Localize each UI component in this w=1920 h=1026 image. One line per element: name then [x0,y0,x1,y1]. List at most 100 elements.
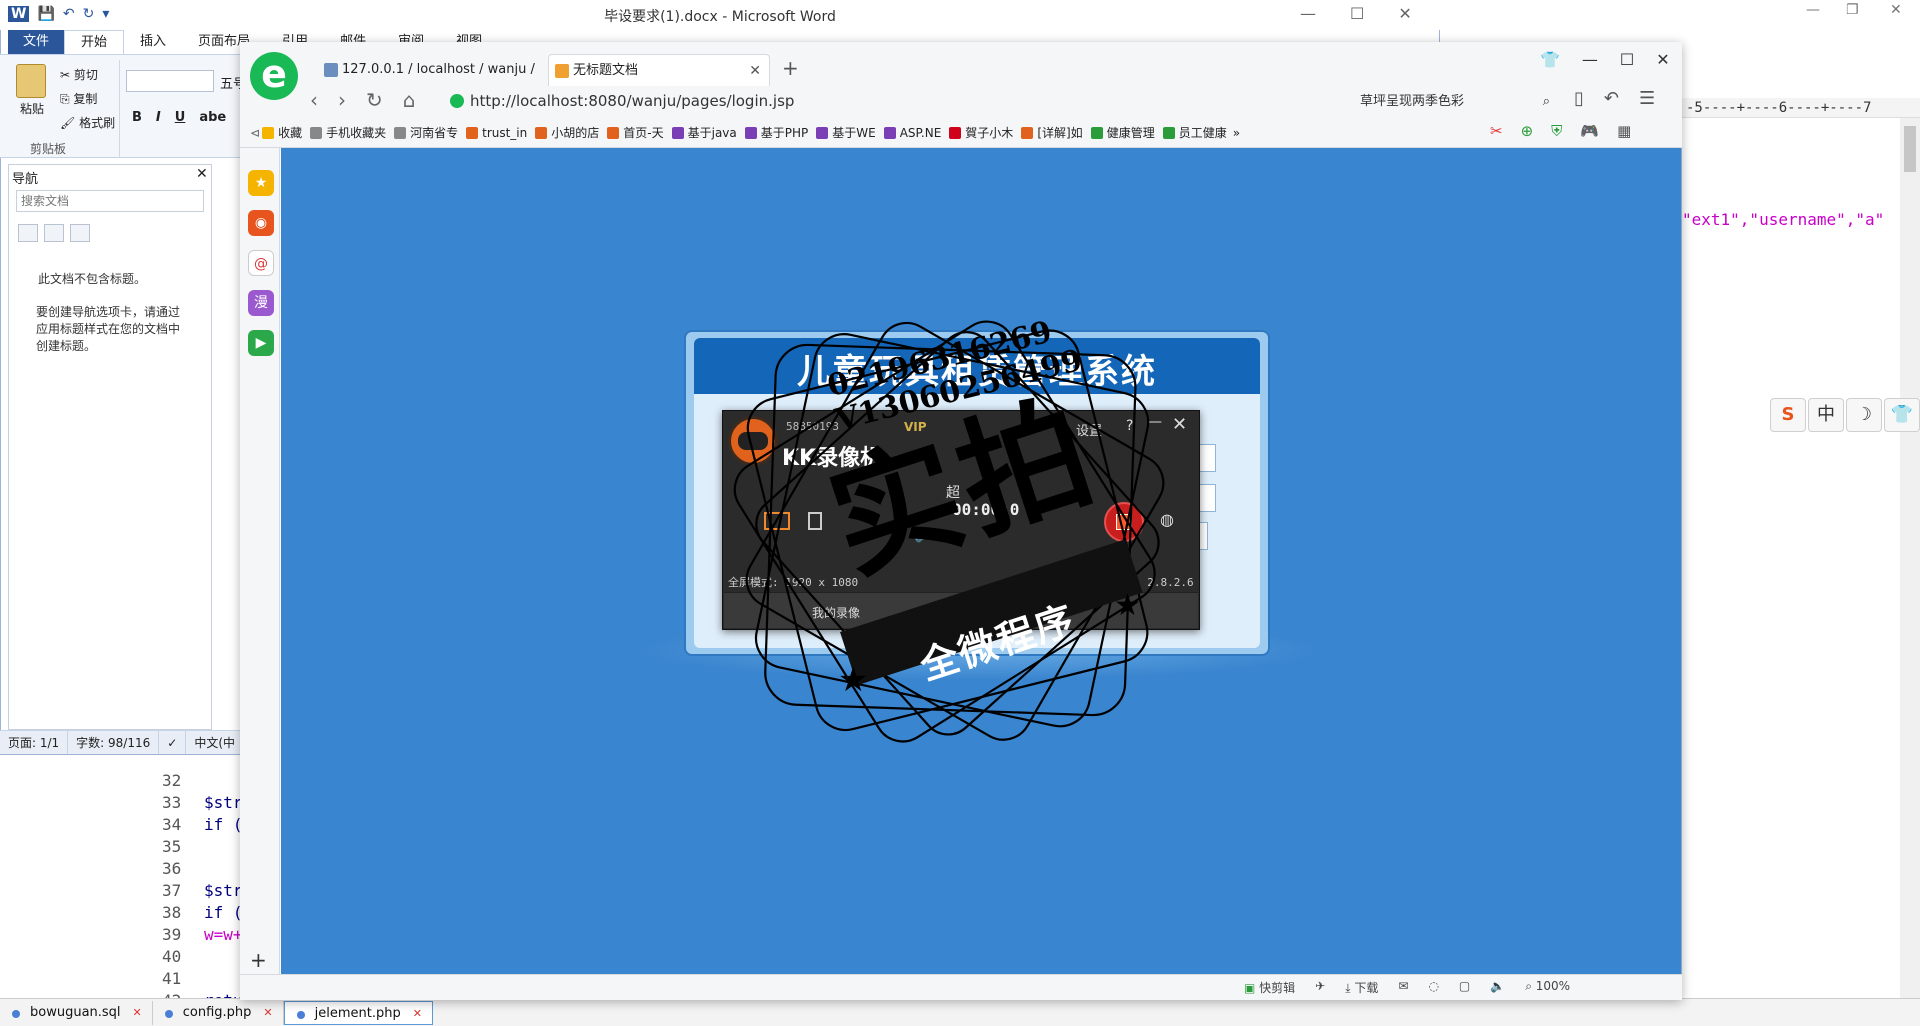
minimize-icon[interactable]: — [1300,4,1316,23]
speed-icon[interactable]: ✈ [1315,979,1325,996]
tab-login-page[interactable]: 无标题文档 ✕ [548,54,770,86]
page-count[interactable]: 页面: 1/1 [0,731,69,754]
grid-icon[interactable]: ▦ [1617,122,1631,140]
network-icon[interactable]: ◌ [1428,979,1438,996]
bookmark-item[interactable]: 小胡的店 [533,122,605,144]
editor-scrollbar[interactable] [1900,118,1920,998]
close-tab-icon[interactable]: ✕ [413,1007,422,1020]
maximize-icon[interactable]: ☐ [1350,4,1364,23]
close-icon[interactable]: ✕ [1656,50,1669,69]
restore-icon[interactable]: ❐ [1846,2,1859,18]
bookmark-item[interactable]: ASP.NE [882,122,948,144]
close-tab-icon[interactable]: ✕ [263,1006,272,1019]
tab-phpmyadmin[interactable]: 127.0.0.1 / localhost / wanju / [318,54,546,86]
close-tab-icon[interactable]: ✕ [749,55,761,87]
video-icon[interactable]: ▶ [248,330,274,356]
volume-icon[interactable]: 🔈 [1490,979,1505,996]
moon-icon[interactable]: ☽ [1846,398,1882,432]
close-icon[interactable]: ✕ [1398,4,1411,23]
search-box[interactable]: 草坪呈现两季色彩 ⌕ [1360,90,1550,114]
skin-icon[interactable]: 👕 [1540,50,1560,69]
close-icon[interactable]: ✕ [1890,2,1902,18]
screenshot-icon[interactable]: ✉ [1398,979,1408,996]
editor-tab[interactable]: bowuguan.sql ✕ [0,1001,153,1025]
download-button[interactable]: ⤓ 下载 [1345,979,1378,996]
favorites-icon[interactable]: ★ [248,170,274,196]
bookmark-item[interactable]: 基于WE [814,122,881,144]
language-indicator[interactable]: 中文(中 [186,731,244,754]
close-icon[interactable]: ✕ [1172,414,1187,435]
new-tab-button[interactable]: + [782,56,799,80]
bookmark-item[interactable]: 手机收藏夹 [308,122,392,144]
bookmarks-toggle-icon[interactable]: ⊲ [250,122,260,144]
maximize-icon[interactable]: ☐ [1620,50,1634,69]
minimize-icon[interactable]: — [1148,414,1162,430]
strikethrough-button[interactable]: abe [199,110,226,125]
menu-icon[interactable]: ☰ [1639,88,1655,109]
nav-search-input[interactable]: 搜索文档 [16,190,204,212]
address-bar[interactable]: http://localhost:8080/wanju/pages/login.… [450,88,1270,114]
bookmark-item[interactable]: 基于PHP [743,122,815,144]
italic-button[interactable]: I [156,110,161,125]
search-icon[interactable]: ⌕ [1543,90,1550,114]
bookmark-item[interactable]: 员工健康 [1161,122,1233,144]
home-icon[interactable]: ⌂ [403,88,416,112]
bookmark-item[interactable]: [详解]如 [1019,122,1088,144]
copy-button[interactable]: ⎘ 复制 [60,90,97,107]
editor-scroll-thumb[interactable] [1904,126,1916,172]
paste-button[interactable]: 粘贴 [12,100,52,117]
back-icon[interactable]: ‹ [310,88,318,112]
minimize-icon[interactable]: — [1582,50,1598,69]
bookmark-item[interactable]: 河南省专 [392,122,464,144]
kk-help-button[interactable]: ? [1126,418,1133,434]
refresh-icon[interactable]: ↻ [366,88,383,112]
cut-button[interactable]: ✂ 剪切 [60,66,98,83]
comic-icon[interactable]: 漫 [248,290,274,316]
zoom-button[interactable]: ⌕ 100% [1525,979,1570,996]
window-icon[interactable]: ▢ [1459,979,1470,996]
scissors-icon[interactable]: ✂ [1490,122,1503,140]
ribbon-tab[interactable]: 文件 [8,30,64,54]
translate-icon[interactable]: ⊕ [1521,122,1534,140]
camera-icon[interactable]: ◍ [1160,510,1174,529]
bookmark-item[interactable]: 收藏 [260,122,308,144]
bookmark-item[interactable]: trust_in [464,122,533,144]
bookmark-item[interactable]: 健康管理 [1089,122,1161,144]
close-icon[interactable]: ✕ [196,166,208,182]
minimize-icon[interactable]: — [1806,2,1820,18]
results-tab-icon[interactable] [70,224,90,242]
font-name-select[interactable] [126,70,214,92]
bookmark-item[interactable]: 賀子小木 [947,122,1019,144]
bookmark-item[interactable]: 首页-天 [605,122,669,144]
add-sidebar-icon[interactable]: + [250,948,267,972]
ime-logo-icon[interactable]: S [1770,398,1806,432]
reader-icon[interactable]: ▯ [1574,88,1584,109]
ribbon-tab[interactable]: 开始 [64,30,125,54]
browser-logo-icon[interactable]: e [250,52,298,100]
skin-icon[interactable]: 👕 [1884,398,1920,432]
ime-chinese-toggle[interactable]: 中 [1808,398,1844,432]
window-mode-icon[interactable] [808,512,822,530]
fullscreen-mode-icon[interactable] [764,512,790,530]
forward-icon[interactable]: › [338,88,346,112]
word-count[interactable]: 字数: 98/116 [68,731,160,754]
shield-icon[interactable]: ⛨ [1551,122,1562,140]
undo-icon[interactable]: ↶ [1604,88,1619,109]
ribbon-tab[interactable]: 插入 [124,30,182,54]
weibo-icon[interactable]: ◉ [248,210,274,236]
more-bookmarks-icon[interactable]: » [1233,122,1240,144]
proofing-icon[interactable]: ✓ [159,731,187,754]
bold-button[interactable]: B [132,110,142,125]
paste-icon[interactable] [16,64,46,98]
close-tab-icon[interactable]: ✕ [133,1006,142,1019]
format-painter-button[interactable]: 🖌 格式刷 [60,114,115,131]
mail-icon[interactable]: @ [248,250,274,276]
my-recordings-button[interactable]: 我的录像 [812,604,860,621]
pages-tab-icon[interactable] [44,224,64,242]
editor-tab[interactable]: config.php ✕ [153,1001,284,1025]
bookmark-item[interactable]: 基于java [670,122,743,144]
headings-tab-icon[interactable] [18,224,38,242]
underline-button[interactable]: U [175,110,186,125]
editor-tab[interactable]: jelement.php ✕ [283,1001,433,1025]
clip-button[interactable]: ▣ 快剪辑 [1244,979,1295,996]
